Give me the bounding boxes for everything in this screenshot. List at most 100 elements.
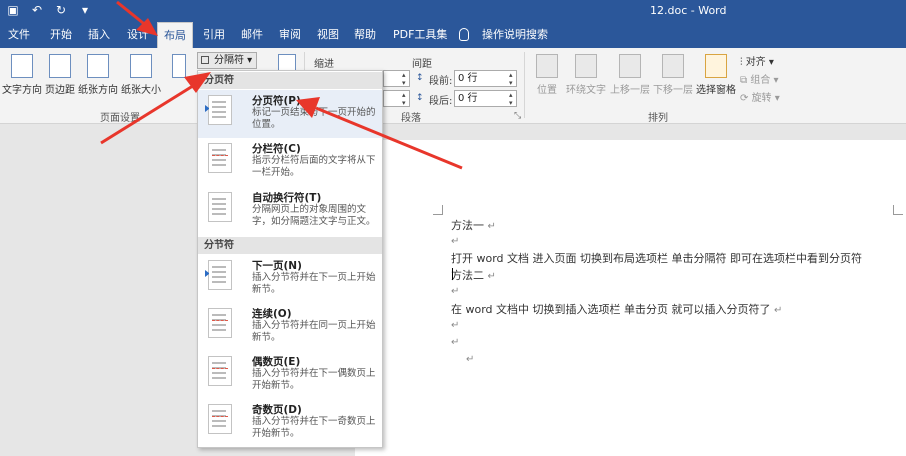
tell-me-search[interactable]: 操作说明搜索 <box>476 22 554 48</box>
margin-corner-mark <box>893 205 903 215</box>
doc-line[interactable]: ↵ <box>451 284 459 297</box>
tab-design[interactable]: 设计 <box>121 22 155 48</box>
rotate-button[interactable]: ⟳ 旋转 ▾ <box>740 89 780 104</box>
group-label: 组合 <box>750 75 771 86</box>
selection-pane-label: 选择窗格 <box>696 85 736 96</box>
menu-item-odd-page[interactable]: 奇数页(D) 插入分节符并在下一奇数页上开始新节。 <box>198 399 382 447</box>
tab-layout[interactable]: 布局 <box>157 22 193 48</box>
tab-mailings[interactable]: 邮件 <box>235 22 269 48</box>
margins-button[interactable]: 页边距 <box>43 54 77 96</box>
indent-left-spinner[interactable] <box>383 70 410 87</box>
document-page[interactable] <box>355 140 906 456</box>
ribbon-panel: 文字方向 页边距 纸张方向 纸张大小 分隔符 ▾ 页面设置 缩进 间距 段前: … <box>0 48 906 124</box>
next-page-icon <box>205 260 232 290</box>
menu-item-title: 奇数页(D) <box>252 404 302 416</box>
tab-view[interactable]: 视图 <box>311 22 345 48</box>
menu-item-page-break[interactable]: 分页符(P) 标记一页结束与下一页开始的位置。 <box>198 90 382 138</box>
menu-item-description: 插入分节符并在下一奇数页上开始新节。 <box>252 416 376 439</box>
rotate-icon: ⟳ <box>740 93 752 104</box>
menu-item-description: 标记一页结束与下一页开始的位置。 <box>252 107 376 130</box>
window-title: 12.doc - Word <box>650 4 727 17</box>
lightbulb-icon <box>459 28 469 41</box>
position-button[interactable]: 位置 <box>532 54 562 96</box>
menu-item-title: 分栏符(C) <box>252 143 301 155</box>
orientation-icon <box>87 54 109 78</box>
bring-forward-icon <box>619 54 641 78</box>
menu-item-description: 插入分节符并在下一页上开始新节。 <box>252 272 376 295</box>
columns-icon <box>172 54 186 78</box>
tab-pdf-tools[interactable]: PDF工具集 <box>387 22 453 48</box>
selection-pane-button[interactable]: 选择窗格 <box>695 54 737 96</box>
group-icon: ⧉ <box>740 75 751 86</box>
doc-line[interactable]: 打开 word 文档 进入页面 切换到布局选项栏 单击分隔符 即可在选项栏中看到… <box>451 250 862 266</box>
quick-access-toolbar: ▣ ↶ ↻ ▾ <box>6 3 92 17</box>
menu-item-column-break[interactable]: 分栏符(C) 指示分栏符后面的文字将从下一栏开始。 <box>198 138 382 186</box>
size-button[interactable]: 纸张大小 <box>120 54 162 96</box>
breaks-icon <box>201 56 209 64</box>
tab-file[interactable]: 文件 <box>2 22 36 48</box>
position-label: 位置 <box>537 85 557 96</box>
space-after-input[interactable]: 0 行 <box>454 90 517 107</box>
group-button[interactable]: ⧉ 组合 ▾ <box>740 71 779 86</box>
paragraph-mark: ↵ <box>451 320 460 331</box>
menu-item-title: 偶数页(E) <box>252 356 301 368</box>
breaks-dropdown-menu: 分页符 分页符(P) 标记一页结束与下一页开始的位置。 分栏符(C) 指示分栏符… <box>197 70 383 448</box>
menu-item-continuous[interactable]: 连续(O) 插入分节符并在同一页上开始新节。 <box>198 303 382 351</box>
doc-line[interactable]: ↵ <box>451 234 459 247</box>
send-backward-button[interactable]: 下移一层 <box>652 54 694 96</box>
space-after-icon: ↕ <box>416 93 424 103</box>
doc-line[interactable]: ↵ <box>466 352 474 365</box>
tab-home[interactable]: 开始 <box>44 22 78 48</box>
bring-forward-button[interactable]: 上移一层 <box>609 54 651 96</box>
customize-qat-icon[interactable]: ▾ <box>78 3 92 17</box>
even-page-icon <box>208 356 232 386</box>
doc-line[interactable]: ↵ <box>451 318 459 331</box>
tab-insert[interactable]: 插入 <box>82 22 116 48</box>
columns-button[interactable] <box>166 54 192 81</box>
menu-item-next-page[interactable]: 下一页(N) 插入分节符并在下一页上开始新节。 <box>198 255 382 303</box>
continuous-icon <box>208 308 232 338</box>
breaks-label: 分隔符 <box>214 55 244 66</box>
bring-forward-label: 上移一层 <box>610 85 650 96</box>
send-backward-label: 下移一层 <box>653 85 693 96</box>
wrap-text-icon <box>575 54 597 78</box>
space-before-label: 段前: <box>429 76 453 87</box>
paragraph-mark: ↵ <box>487 221 496 232</box>
paragraph-group-label: 段落 <box>401 113 421 124</box>
doc-line-text: 打开 word 文档 进入页面 切换到布局选项栏 单击分隔符 即可在选项栏中看到… <box>451 252 863 265</box>
paragraph-mark: ↵ <box>774 305 783 316</box>
doc-line[interactable]: 在 word 文档中 切换到插入选项栏 单击分页 就可以插入分页符了 ↵ <box>451 301 782 317</box>
doc-line[interactable]: 方法一 ↵ <box>451 217 496 233</box>
menu-item-title: 连续(O) <box>252 308 292 320</box>
indent-right-spinner[interactable] <box>383 90 410 107</box>
paragraph-dialog-launcher-icon[interactable]: ⤡ <box>514 111 521 121</box>
text-direction-icon <box>11 54 33 78</box>
redo-icon[interactable]: ↻ <box>54 3 68 17</box>
menu-item-description: 指示分栏符后面的文字将从下一栏开始。 <box>252 155 376 178</box>
doc-line-text: 方法一 <box>451 219 484 232</box>
tab-references[interactable]: 引用 <box>197 22 231 48</box>
menu-item-description: 插入分节符并在下一偶数页上开始新节。 <box>252 368 376 391</box>
menu-item-title: 分页符(P) <box>252 95 301 107</box>
section-breaks-header: 分节符 <box>198 237 382 254</box>
tab-review[interactable]: 审阅 <box>273 22 307 48</box>
wrap-text-button[interactable]: 环绕文字 <box>564 54 608 96</box>
tab-help[interactable]: 帮助 <box>348 22 382 48</box>
size-label: 纸张大小 <box>121 85 161 96</box>
doc-line[interactable]: ↵ <box>451 335 459 348</box>
space-before-input[interactable]: 0 行 <box>454 70 517 87</box>
orientation-button[interactable]: 纸张方向 <box>78 54 118 96</box>
doc-line[interactable]: 方法二 ↵ <box>451 267 496 283</box>
text-direction-button[interactable]: 文字方向 <box>2 54 42 96</box>
doc-line-text: 方法二 <box>451 269 484 282</box>
undo-icon[interactable]: ↶ <box>30 3 44 17</box>
arrange-group-label: 排列 <box>648 113 668 124</box>
text-wrapping-break-icon <box>208 192 232 222</box>
text-direction-label: 文字方向 <box>2 85 42 96</box>
align-button[interactable]: ⫶ 对齐 ▾ <box>740 53 774 68</box>
title-bar: ▣ ↶ ↻ ▾ 12.doc - Word <box>0 0 906 22</box>
orientation-label: 纸张方向 <box>78 85 118 96</box>
save-icon[interactable]: ▣ <box>6 3 20 17</box>
menu-item-text-wrapping-break[interactable]: 自动换行符(T) 分隔网页上的对象周围的文字，如分隔题注文字与正文。 <box>198 187 382 235</box>
menu-item-even-page[interactable]: 偶数页(E) 插入分节符并在下一偶数页上开始新节。 <box>198 351 382 399</box>
